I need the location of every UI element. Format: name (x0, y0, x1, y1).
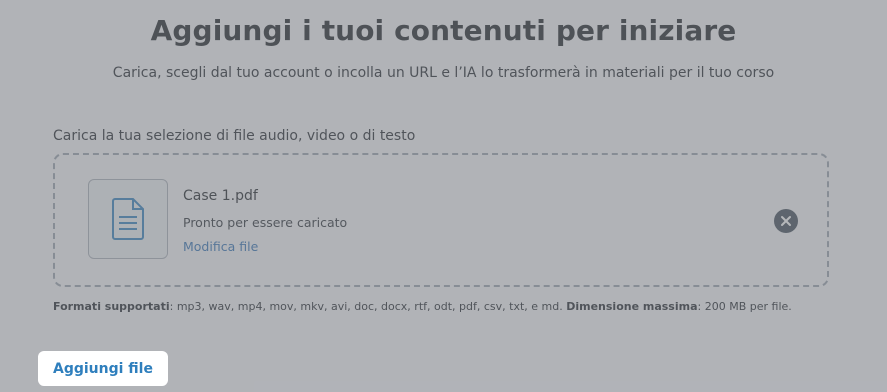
file-dropzone[interactable]: Case 1.pdf Pronto per essere caricato Mo… (53, 153, 829, 287)
max-size-label: Dimensione massima (566, 300, 698, 313)
close-icon (781, 216, 791, 226)
remove-file-button[interactable] (774, 209, 798, 233)
file-thumbnail (88, 179, 168, 259)
formats-label: Formati supportati (53, 300, 170, 313)
file-name: Case 1.pdf (183, 188, 258, 204)
max-size-value: : 200 MB per file. (697, 300, 792, 313)
document-icon (112, 198, 144, 240)
add-file-button[interactable]: Aggiungi file (38, 351, 168, 386)
edit-file-link[interactable]: Modifica file (183, 239, 258, 254)
file-status: Pronto per essere caricato (183, 215, 348, 230)
upload-section-label: Carica la tua selezione di file audio, v… (53, 128, 416, 144)
page-title: Aggiungi i tuoi contenuti per iniziare (150, 14, 737, 47)
page-subtitle: Carica, scegli dal tuo account o incolla… (112, 65, 775, 81)
formats-list: : mp3, wav, mp4, mov, mkv, avi, doc, doc… (169, 300, 567, 313)
supported-formats-note: Formati supportati: mp3, wav, mp4, mov, … (53, 300, 792, 313)
content-upload-page: Aggiungi i tuoi contenuti per iniziare C… (0, 0, 887, 392)
